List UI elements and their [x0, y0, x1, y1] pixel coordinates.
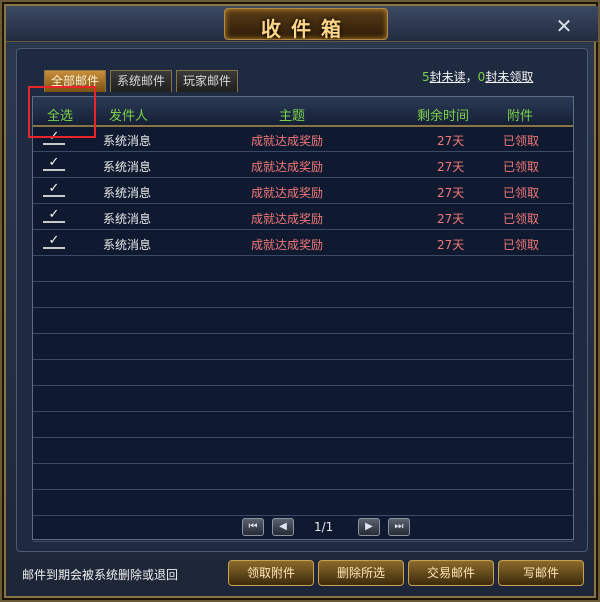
- last-page-button[interactable]: ⏭: [388, 518, 410, 536]
- row-subject: 成就达成奖励: [251, 186, 324, 200]
- unread-count: 5: [422, 70, 430, 84]
- page-indicator: 1/1: [314, 520, 334, 534]
- empty-mail-row: [33, 361, 573, 386]
- close-icon[interactable]: ✕: [554, 16, 574, 36]
- empty-mail-row: [33, 491, 573, 516]
- attachment-column-header: 附件: [507, 109, 534, 124]
- row-sender: 系统消息: [103, 160, 152, 174]
- row-attachment: 已领取: [503, 186, 540, 200]
- next-page-button[interactable]: ▶: [358, 518, 380, 536]
- expiry-note: 邮件到期会被系统删除或退回: [22, 568, 179, 582]
- row-subject: 成就达成奖励: [251, 160, 324, 174]
- row-attachment: 已领取: [503, 238, 540, 252]
- row-subject: 成就达成奖励: [251, 134, 324, 148]
- empty-mail-row: [33, 465, 573, 490]
- mail-row[interactable]: ✓ 系统消息 成就达成奖励 27天 已领取: [33, 205, 573, 230]
- mail-row[interactable]: ✓ 系统消息 成就达成奖励 27天 已领取: [33, 127, 573, 152]
- write-mail-button[interactable]: 写邮件: [498, 560, 584, 586]
- row-remaining: 27天: [437, 186, 465, 200]
- mail-row[interactable]: ✓ 系统消息 成就达成奖励 27天 已领取: [33, 153, 573, 178]
- row-attachment: 已领取: [503, 160, 540, 174]
- row-remaining: 27天: [437, 160, 465, 174]
- empty-mail-row: [33, 309, 573, 334]
- empty-mail-row: [33, 413, 573, 438]
- empty-mail-row: [33, 387, 573, 412]
- empty-mail-row: [33, 517, 573, 542]
- row-remaining: 27天: [437, 212, 465, 226]
- trade-mail-button[interactable]: 交易邮件: [408, 560, 494, 586]
- mail-row[interactable]: ✓ 系统消息 成就达成奖励 27天 已领取: [33, 231, 573, 256]
- row-remaining: 27天: [437, 134, 465, 148]
- row-sender: 系统消息: [103, 134, 152, 148]
- prev-page-button[interactable]: ◀: [272, 518, 294, 536]
- mail-list: 全选 发件人 主题 剩余时间 附件 ✓ 系统消息 成就达成奖励 27天 已领取 …: [32, 96, 574, 542]
- row-subject: 成就达成奖励: [251, 238, 324, 252]
- count-separator: ，: [465, 70, 478, 84]
- row-checkbox[interactable]: ✓: [43, 234, 65, 249]
- unclaimed-link[interactable]: 封未领取: [485, 70, 533, 84]
- empty-mail-row: [33, 439, 573, 464]
- row-checkbox[interactable]: ✓: [43, 156, 65, 171]
- subject-column-header: 主题: [279, 109, 306, 124]
- list-header: 全选 发件人 主题 剩余时间 附件: [33, 97, 573, 127]
- row-subject: 成就达成奖励: [251, 212, 324, 226]
- empty-mail-row: [33, 335, 573, 360]
- row-sender: 系统消息: [103, 212, 152, 226]
- delete-selected-button[interactable]: 删除所选: [318, 560, 404, 586]
- select-all-highlight: [28, 86, 96, 138]
- title-plate: 收件箱: [224, 8, 388, 41]
- row-sender: 系统消息: [103, 238, 152, 252]
- mail-row[interactable]: ✓ 系统消息 成就达成奖励 27天 已领取: [33, 179, 573, 204]
- empty-mail-row: [33, 257, 573, 282]
- unread-link[interactable]: 封未读: [430, 70, 466, 84]
- first-page-button[interactable]: ⏮: [242, 518, 264, 536]
- row-remaining: 27天: [437, 238, 465, 252]
- row-checkbox[interactable]: ✓: [43, 208, 65, 223]
- tab-system-mail[interactable]: 系统邮件: [110, 70, 173, 92]
- window-title: 收件箱: [261, 17, 351, 41]
- row-attachment: 已领取: [503, 134, 540, 148]
- mailbox-window: 收件箱 ✕ 全部邮件 系统邮件 玩家邮件 5封未读，0封未领取 全选 发件人 主…: [0, 0, 600, 602]
- title-bar: 收件箱 ✕: [6, 6, 598, 42]
- mail-counts: 5封未读，0封未领取: [422, 68, 533, 85]
- remaining-time-column-header: 剩余时间: [417, 109, 470, 124]
- claim-attachments-button[interactable]: 领取附件: [228, 560, 314, 586]
- row-attachment: 已领取: [503, 212, 540, 226]
- row-checkbox[interactable]: ✓: [43, 182, 65, 197]
- tab-player-mail[interactable]: 玩家邮件: [176, 70, 239, 92]
- sender-column-header: 发件人: [109, 109, 149, 124]
- row-sender: 系统消息: [103, 186, 152, 200]
- empty-mail-row: [33, 283, 573, 308]
